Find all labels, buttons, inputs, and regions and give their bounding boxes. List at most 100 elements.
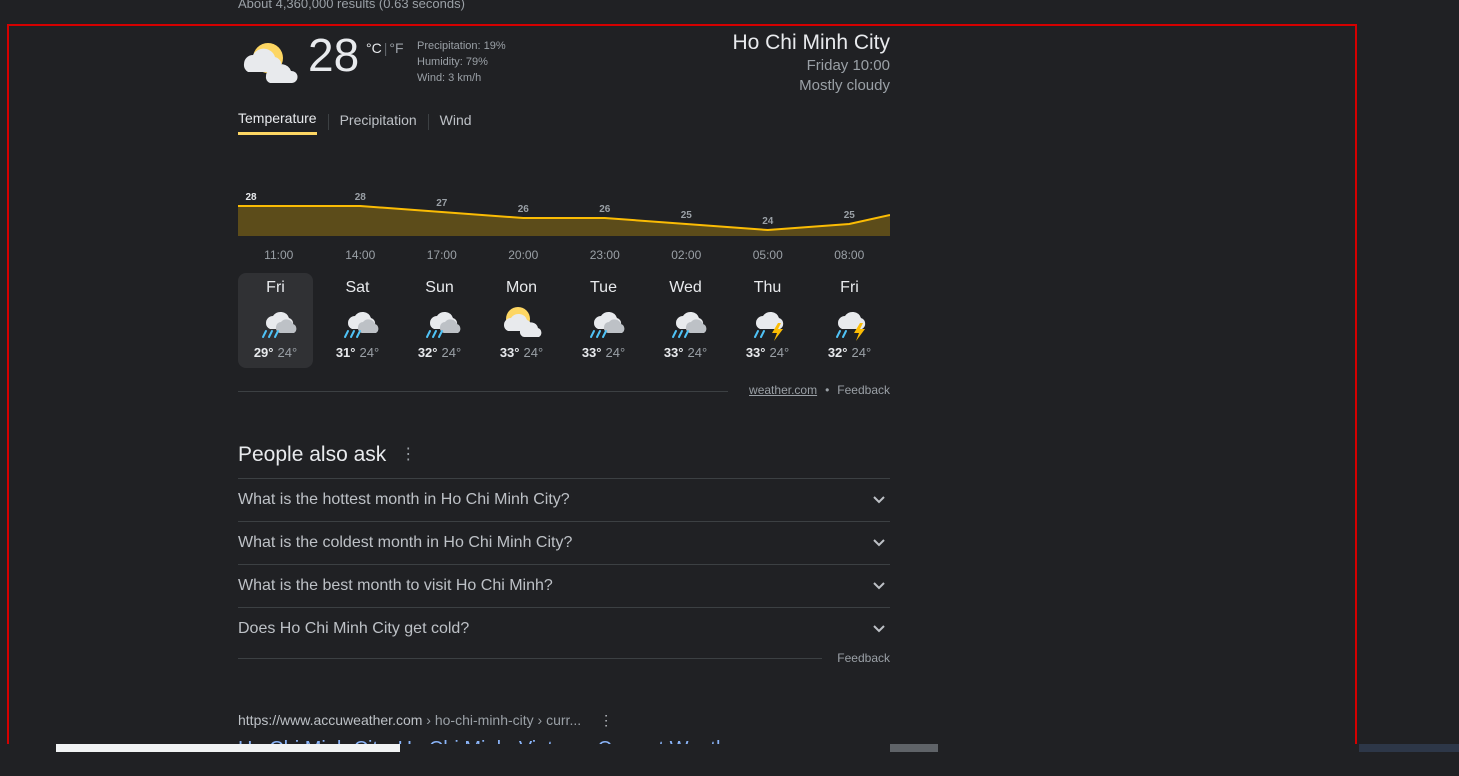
forecast-day[interactable]: Wed 33° 24° [648,273,723,368]
current-temperature: 28 [308,29,360,81]
data-label: 28 [355,192,367,203]
time-tick: 11:00 [264,248,294,262]
time-tick: 20:00 [508,248,539,262]
tab-divider [427,113,429,130]
forecast-day[interactable]: Fri 29° 24° [238,273,313,368]
time-tick: 23:00 [589,248,620,262]
low-temp: 24° [277,345,298,360]
forecast-day[interactable]: Tue 33° 24° [566,273,641,368]
tab-temperature[interactable]: Temperature [238,108,317,135]
paa-list: What is the hottest month in Ho Chi Minh… [238,478,890,650]
paa-question[interactable]: What is the coldest month in Ho Chi Minh… [238,521,890,564]
day-temps: 32° 24° [402,345,477,360]
thunderstorm-icon [753,310,784,341]
tab-precipitation[interactable]: Precipitation [340,110,417,134]
location-name: Ho Chi Minh City [732,31,890,54]
chevron-down-icon [873,625,885,633]
day-name: Wed [669,279,702,296]
paa-question[interactable]: Does Ho Chi Minh City get cold? [238,607,890,650]
day-name: Fri [840,279,859,296]
tab-divider [327,113,329,130]
sun-behind-cloud-icon [243,43,298,83]
high-temp: 32° [827,345,848,360]
result-url[interactable]: https://www.accuweather.com [238,712,422,728]
weather-source: weather.com • Feedback [749,383,890,397]
data-label: 27 [436,198,448,209]
data-label: 28 [245,192,257,203]
forecast-day[interactable]: Mon 33° 24° [484,273,559,368]
temperature-area [238,206,890,236]
forecast-day[interactable]: Fri 32° 24° [812,273,887,368]
wind-stat: Wind: 3 km/h [417,72,482,84]
thunderstorm-icon [835,310,866,341]
question-text: Does Ho Chi Minh City get cold? [238,620,470,637]
high-temp: 29° [253,345,274,360]
day-name: Thu [753,279,782,296]
low-temp: 24° [523,345,544,360]
chevron-down-icon [873,539,885,547]
rain-cloud-icon [261,310,297,338]
paa-header: People also ask ⋮ [238,441,890,469]
fahrenheit-button[interactable]: °F [389,40,403,56]
day-temps: 33° 24° [730,345,805,360]
high-temp: 33° [663,345,684,360]
time-tick: 05:00 [752,248,783,262]
day-temps: 33° 24° [648,345,723,360]
accuweather-result-url: https://www.accuweather.com › ho-chi-min… [238,712,613,729]
rain-cloud-icon [671,310,707,338]
time-tick: 17:00 [426,248,457,262]
rain-cloud-icon [589,310,625,338]
rain-cloud-icon [425,310,461,338]
results-count: About 4,360,000 results (0.63 seconds) [238,0,465,11]
more-options-icon[interactable]: ⋮ [400,441,416,469]
daily-forecast: Fri 29° 24° Sat 31° 24° Sun 32° 24° Mon 33°… [238,273,890,369]
high-temp: 33° [499,345,520,360]
paa-question[interactable]: What is the best month to visit Ho Chi M… [238,564,890,607]
people-also-ask: People also ask ⋮ What is the hottest mon… [238,441,890,665]
tab-wind[interactable]: Wind [440,110,472,134]
question-text: What is the best month to visit Ho Chi M… [238,577,553,594]
forecast-day[interactable]: Thu 33° 24° [730,273,805,368]
bottom-white-bar [56,744,400,752]
divider [238,658,822,659]
humidity-stat: Humidity: 79% [417,56,488,68]
low-temp: 24° [769,345,790,360]
more-options-icon[interactable]: ⋮ [599,712,613,728]
result-path: › ho-chi-minh-city › curr... [422,712,582,728]
time-tick: 14:00 [345,248,376,262]
day-temps: 29° 24° [238,345,313,360]
day-temps: 32° 24° [812,345,887,360]
data-label: 26 [518,204,530,215]
question-text: What is the hottest month in Ho Chi Minh… [238,491,570,508]
data-label: 26 [599,204,611,215]
question-text: What is the coldest month in Ho Chi Minh… [238,534,573,551]
celsius-button[interactable]: °C [366,40,382,56]
paa-title: People also ask [238,443,387,466]
day-name: Tue [590,279,617,296]
low-temp: 24° [605,345,626,360]
weather-stats: Precipitation: 19% Humidity: 79% Wind: 3… [417,38,506,86]
chevron-down-icon [873,582,885,590]
weather-feedback-link[interactable]: Feedback [837,383,890,397]
unit-separator: | [383,40,388,56]
separator-dot: • [825,383,830,397]
high-temp: 32° [417,345,438,360]
low-temp: 24° [359,345,380,360]
paa-feedback-link[interactable]: Feedback [837,651,890,665]
rain-cloud-icon [343,310,379,338]
sun-behind-cloud-icon [503,307,541,337]
forecast-day[interactable]: Sun 32° 24° [402,273,477,368]
temperature-chart: 28 28 27 26 26 25 24 25 [238,192,890,236]
high-temp: 31° [335,345,356,360]
day-temps: 33° 24° [484,345,559,360]
paa-question[interactable]: What is the hottest month in Ho Chi Minh… [238,478,890,521]
forecast-day[interactable]: Sat 31° 24° [320,273,395,368]
day-name: Fri [266,279,285,296]
data-label: 25 [681,210,693,221]
high-temp: 33° [745,345,766,360]
day-temps: 33° 24° [566,345,641,360]
current-condition: Mostly cloudy [799,77,890,94]
day-name: Sat [345,279,370,296]
weather-com-link[interactable]: weather.com [749,383,817,397]
bottom-gray-bar [890,744,938,752]
